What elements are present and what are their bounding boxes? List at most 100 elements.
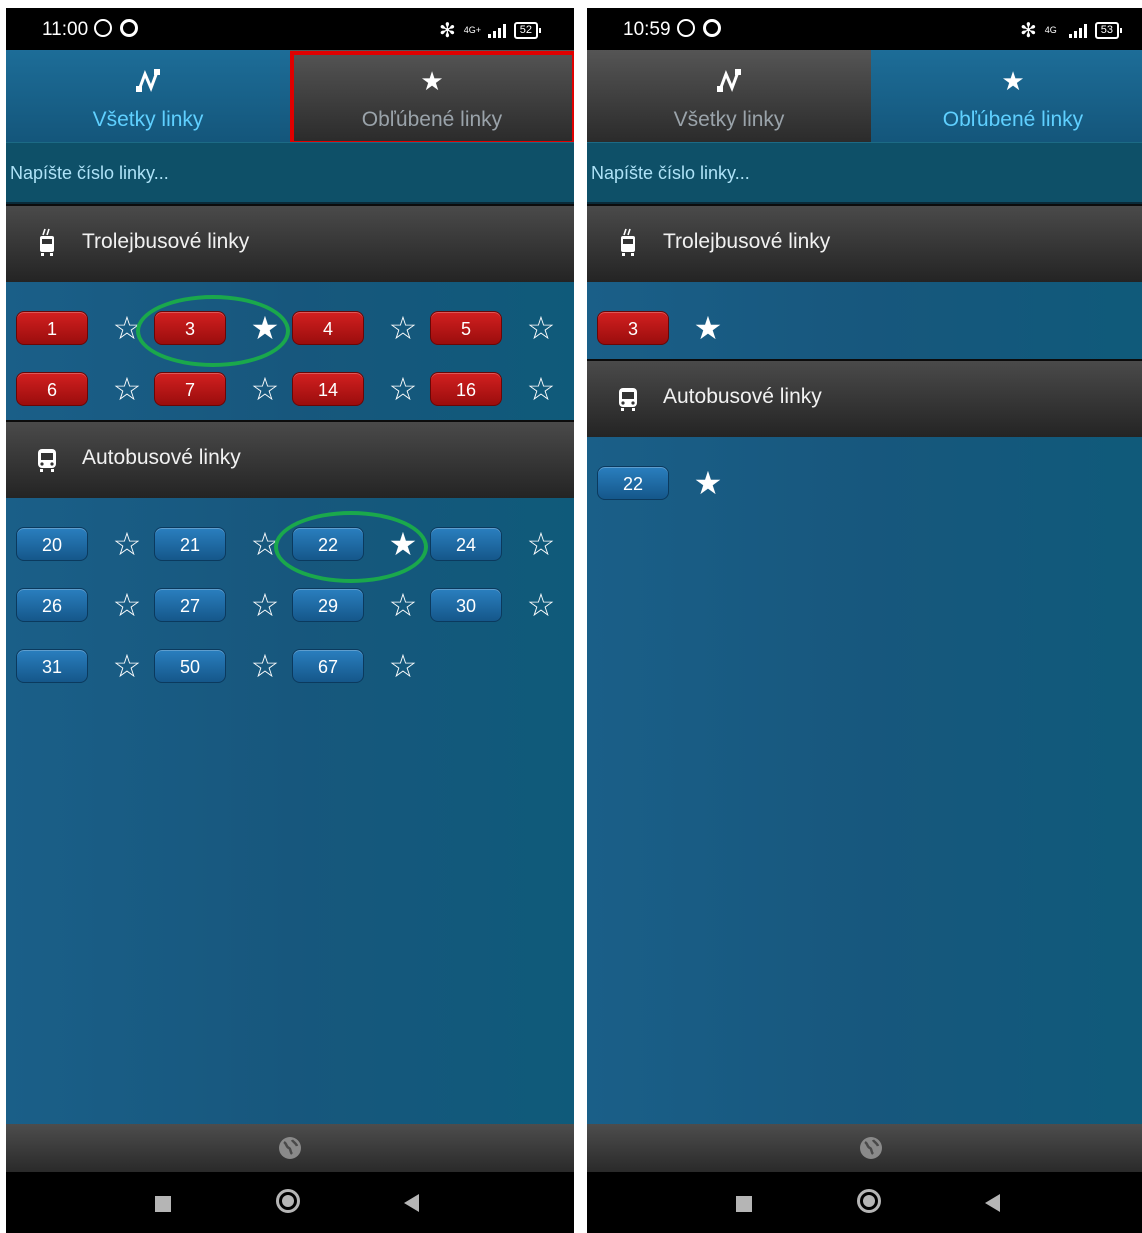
trolleybus-line-button[interactable]: 3: [597, 311, 669, 345]
bus-line-button[interactable]: 26: [16, 588, 88, 622]
search-bar: [587, 142, 1142, 205]
search-bar: [6, 142, 574, 205]
android-nav-bar: [587, 1172, 1142, 1233]
tab-all-lines-label: Všetky linky: [92, 108, 204, 131]
favorite-lines-list: Trolejbusové linky Autobusové linky 3 ★ 22…: [587, 204, 1142, 1124]
alarm-icon: [94, 19, 113, 37]
bus-line-button[interactable]: 29: [292, 588, 364, 622]
favorite-star-empty-icon[interactable]: ☆: [248, 649, 282, 683]
bus-icon: [619, 388, 637, 411]
trolleybus-line-button[interactable]: 5: [430, 311, 502, 345]
favorite-star-empty-icon[interactable]: ☆: [524, 527, 558, 561]
section-header-trolleybus: Trolejbusové linky: [587, 204, 1142, 282]
favorite-star-empty-icon[interactable]: ☆: [524, 311, 558, 345]
home-button[interactable]: [857, 1189, 881, 1213]
recent-apps-button[interactable]: [155, 1196, 171, 1212]
section-header-trolleybus: Trolejbusové linky: [6, 204, 574, 282]
status-time: 11:00: [42, 19, 89, 40]
globe-icon[interactable]: [278, 1136, 302, 1160]
favorite-star-empty-icon[interactable]: ☆: [110, 527, 144, 561]
line-search-input[interactable]: [10, 143, 570, 203]
home-button[interactable]: [276, 1189, 300, 1213]
bus-line-button[interactable]: 20: [16, 527, 88, 561]
trolleybus-line-button[interactable]: 1: [16, 311, 88, 345]
section-title-bus: Autobusové linky: [82, 446, 241, 469]
tab-all-lines[interactable]: Všetky linky: [587, 50, 871, 142]
back-button[interactable]: [985, 1194, 1000, 1212]
section-title-bus: Autobusové linky: [663, 385, 822, 408]
battery-level: 52: [513, 22, 542, 39]
status-bar: 10:59 ✻ 4G 53: [587, 8, 1142, 50]
star-icon: ★: [1001, 66, 1025, 96]
section-title-trolleybus: Trolejbusové linky: [82, 230, 250, 253]
favorite-star-empty-icon[interactable]: ☆: [386, 311, 420, 345]
favorite-star-empty-icon[interactable]: ☆: [386, 649, 420, 683]
trolleybus-icon: [621, 228, 635, 256]
trolleybus-line-button[interactable]: 6: [16, 372, 88, 406]
status-time: 10:59: [623, 19, 671, 40]
favorite-star-empty-icon[interactable]: ☆: [110, 372, 144, 406]
favorite-star-empty-icon[interactable]: ☆: [248, 372, 282, 406]
bus-line-button[interactable]: 22: [597, 466, 669, 500]
bus-line-button[interactable]: 67: [292, 649, 364, 683]
bus-line-button[interactable]: 27: [154, 588, 226, 622]
trolleybus-line-button[interactable]: 16: [430, 372, 502, 406]
back-button[interactable]: [404, 1194, 419, 1212]
bottom-bar: [587, 1124, 1142, 1172]
signal-icon: [1068, 23, 1087, 38]
favorite-star-empty-icon[interactable]: ☆: [248, 527, 282, 561]
network-type: 4G+: [463, 25, 482, 35]
bottom-bar: [6, 1124, 574, 1172]
tab-all-lines-label: Všetky linky: [673, 108, 785, 131]
bus-line-button[interactable]: 50: [154, 649, 226, 683]
line-search-input[interactable]: [591, 143, 1142, 203]
battery-level: 53: [1094, 22, 1123, 39]
favorite-star-empty-icon[interactable]: ☆: [386, 372, 420, 406]
tab-favorite-lines-label: Obľúbené linky: [942, 108, 1084, 131]
route-icon: [587, 68, 871, 94]
globe-icon[interactable]: [859, 1136, 883, 1160]
route-icon: [6, 68, 290, 94]
favorite-star-empty-icon[interactable]: ☆: [110, 311, 144, 345]
favorite-star-empty-icon[interactable]: ☆: [524, 588, 558, 622]
android-nav-bar: [6, 1172, 574, 1233]
trolleybus-line-button[interactable]: 14: [292, 372, 364, 406]
signal-icon: [487, 23, 506, 38]
network-type: 4G: [1044, 25, 1057, 35]
tab-all-lines[interactable]: Všetky linky: [6, 50, 290, 142]
status-dot-icon: [120, 19, 139, 37]
bus-line-button[interactable]: 21: [154, 527, 226, 561]
status-bar: 11:00 ✻ 4G+ 52: [6, 8, 574, 50]
tab-bar: Všetky linky ★ Obľúbené linky: [587, 50, 1142, 142]
bus-line-button[interactable]: 30: [430, 588, 502, 622]
trolleybus-line-button[interactable]: 7: [154, 372, 226, 406]
lines-list: Trolejbusové linky Autobusové linky 1 ☆ 3 ★…: [6, 204, 574, 1124]
bus-line-button[interactable]: 31: [16, 649, 88, 683]
alarm-icon: [676, 19, 695, 37]
favorite-star-filled-icon[interactable]: ★: [386, 527, 420, 561]
section-title-trolleybus: Trolejbusové linky: [663, 230, 831, 253]
trolleybus-line-button[interactable]: 4: [292, 311, 364, 345]
favorite-star-empty-icon[interactable]: ☆: [110, 588, 144, 622]
trolleybus-line-button[interactable]: 3: [154, 311, 226, 345]
bus-line-button[interactable]: 22: [292, 527, 364, 561]
bluetooth-icon: ✻: [438, 20, 456, 42]
phone-screen-favorite-lines: 10:59 ✻ 4G 53 Všetky linky ★ Obľúbené li…: [587, 8, 1142, 1233]
section-header-bus: Autobusové linky: [6, 420, 574, 498]
favorite-star-filled-icon[interactable]: ★: [691, 311, 725, 345]
status-dot-icon: [702, 19, 721, 37]
favorite-star-empty-icon[interactable]: ☆: [524, 372, 558, 406]
favorites-tab-highlight-box: [290, 51, 574, 145]
favorite-star-empty-icon[interactable]: ☆: [386, 588, 420, 622]
section-header-bus: Autobusové linky: [587, 359, 1142, 437]
bluetooth-icon: ✻: [1019, 20, 1037, 42]
tab-favorite-lines[interactable]: ★ Obľúbené linky: [871, 50, 1142, 142]
favorite-star-empty-icon[interactable]: ☆: [110, 649, 144, 683]
phone-screen-all-lines: 11:00 ✻ 4G+ 52 Všetky linky ★ Obľúbené l…: [6, 8, 574, 1233]
bus-line-button[interactable]: 24: [430, 527, 502, 561]
recent-apps-button[interactable]: [736, 1196, 752, 1212]
bus-icon: [38, 449, 56, 472]
favorite-star-empty-icon[interactable]: ☆: [248, 588, 282, 622]
favorite-star-filled-icon[interactable]: ★: [248, 311, 282, 345]
favorite-star-filled-icon[interactable]: ★: [691, 466, 725, 500]
